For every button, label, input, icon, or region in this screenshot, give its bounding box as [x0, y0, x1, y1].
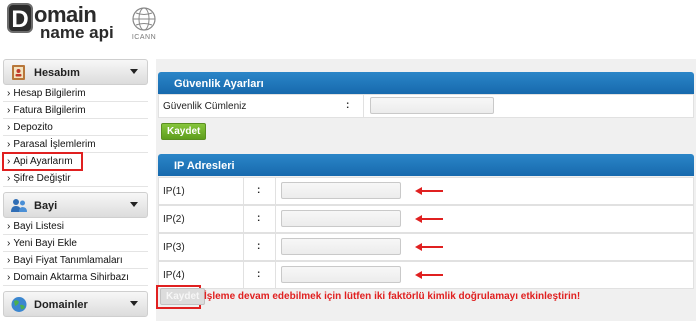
- sidebar-item-depozito[interactable]: › Depozito: [3, 119, 148, 136]
- logo-letter: D: [7, 3, 33, 33]
- ip-colon: :: [257, 213, 261, 224]
- globe-icon: [11, 297, 27, 312]
- sidebar: Hesabım › Hesap Bilgilerim › Fatura Bilgil…: [2, 59, 148, 317]
- sidebar-item-parasal-islemlerim[interactable]: › Parasal İşlemlerim: [3, 136, 148, 153]
- ip-label: IP(4): [163, 270, 185, 281]
- sidebar-section-domainler[interactable]: Domainler: [3, 291, 148, 317]
- main-content: Güvenlik Ayarları Güvenlik Cümleniz : Ka…: [156, 59, 696, 321]
- ip-row: IP(2) :: [158, 205, 694, 233]
- red-arrow-icon: [415, 215, 443, 223]
- sidebar-section-title: Domainler: [34, 299, 88, 311]
- security-phrase-input[interactable]: [370, 97, 494, 114]
- icann-globe-icon: [132, 7, 156, 31]
- sidebar-section-bayi[interactable]: Bayi: [3, 192, 148, 218]
- cell-divider: [243, 178, 244, 204]
- cell-divider: [275, 206, 276, 232]
- ip-1-input[interactable]: [281, 182, 401, 199]
- ip-3-input[interactable]: [281, 238, 401, 255]
- ip-addresses-header: IP Adresleri: [158, 154, 694, 176]
- chevron-down-icon[interactable]: [130, 301, 138, 306]
- sidebar-section-hesabim[interactable]: Hesabım: [3, 59, 148, 85]
- ip-2-input[interactable]: [281, 210, 401, 227]
- sidebar-item-fatura-bilgilerim[interactable]: › Fatura Bilgilerim: [3, 102, 148, 119]
- sidebar-section-title: Hesabım: [34, 67, 80, 79]
- security-save-button[interactable]: Kaydet: [161, 123, 207, 140]
- ip-save-button[interactable]: Kaydet: [160, 288, 206, 305]
- ip-row: IP(4) :: [158, 261, 694, 289]
- security-phrase-row: Güvenlik Cümleniz :: [158, 94, 694, 118]
- chevron-down-icon[interactable]: [130, 202, 138, 207]
- cell-divider: [275, 234, 276, 260]
- cell-divider: [243, 262, 244, 288]
- security-phrase-label: Güvenlik Cümleniz: [163, 101, 247, 112]
- account-book-icon: [12, 65, 25, 80]
- sidebar-item-yeni-bayi-ekle[interactable]: › Yeni Bayi Ekle: [3, 235, 148, 252]
- red-arrow-icon: [415, 243, 443, 251]
- domain-name-api-logo[interactable]: D omain name api: [7, 2, 117, 45]
- chevron-down-icon[interactable]: [130, 69, 138, 74]
- sidebar-item-sifre-degistir[interactable]: › Şifre Değiştir: [3, 170, 148, 187]
- cell-divider: [243, 234, 244, 260]
- icann-label: ICANN: [131, 34, 157, 41]
- ip-colon: :: [257, 269, 261, 280]
- sidebar-item-domain-aktarma[interactable]: › Domain Aktarma Sihirbazı: [3, 269, 148, 286]
- red-arrow-icon: [415, 271, 443, 279]
- ip-label: IP(2): [163, 214, 185, 225]
- sidebar-item-hesap-bilgilerim[interactable]: › Hesap Bilgilerim: [3, 85, 148, 102]
- ip-colon: :: [257, 241, 261, 252]
- security-phrase-colon: :: [346, 100, 350, 111]
- red-arrow-icon: [415, 187, 443, 195]
- sidebar-item-bayi-fiyat[interactable]: › Bayi Fiyat Tanımlamaları: [3, 252, 148, 269]
- ip-label: IP(1): [163, 186, 185, 197]
- sidebar-item-api-ayarlarim[interactable]: › Api Ayarlarım: [2, 152, 83, 171]
- security-settings-header: Güvenlik Ayarları: [158, 72, 694, 94]
- cell-divider: [275, 178, 276, 204]
- ip-label: IP(3): [163, 242, 185, 253]
- ip-4-input[interactable]: [281, 266, 401, 283]
- ip-row: IP(3) :: [158, 233, 694, 261]
- cell-divider: [275, 262, 276, 288]
- sidebar-item-bayi-listesi[interactable]: › Bayi Listesi: [3, 218, 148, 235]
- logo-word-bottom: name api: [40, 23, 114, 42]
- cell-divider: [363, 95, 364, 117]
- sidebar-section-title: Bayi: [34, 200, 58, 212]
- two-factor-warning: İşleme devam edebilmek için lütfen iki f…: [204, 291, 581, 302]
- ip-colon: :: [257, 185, 261, 196]
- icann-logo: ICANN: [127, 6, 161, 46]
- cell-divider: [243, 206, 244, 232]
- reseller-users-icon: [11, 199, 27, 212]
- ip-row: IP(1) :: [158, 177, 694, 205]
